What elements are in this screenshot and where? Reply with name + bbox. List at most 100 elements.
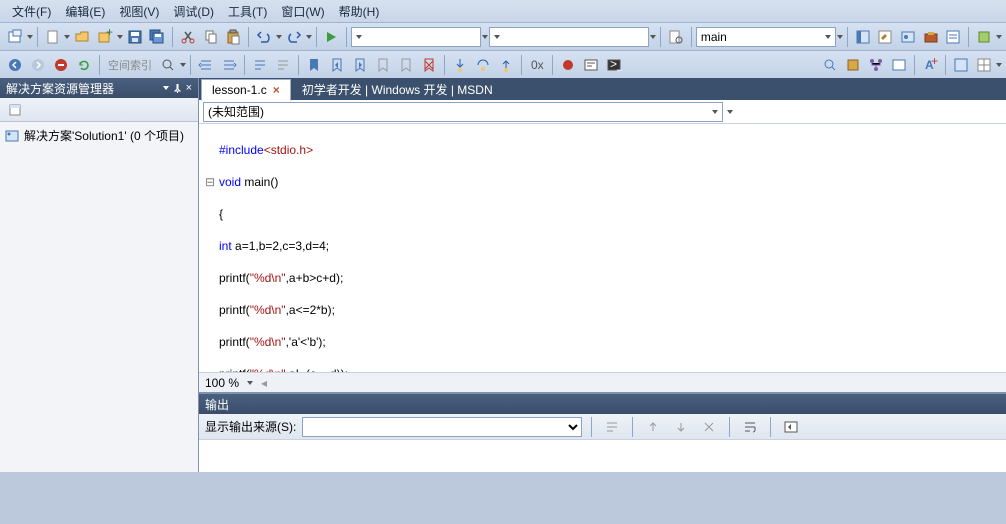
tab-lesson1-label: lesson-1.c: [212, 83, 267, 97]
view-2-button[interactable]: [973, 54, 995, 76]
redo-button[interactable]: [283, 26, 305, 48]
solution-tree[interactable]: 解决方案'Solution1' (0 个项目): [0, 122, 198, 149]
object-browser-button[interactable]: [897, 26, 919, 48]
output-next-button[interactable]: [670, 416, 692, 438]
menu-tools[interactable]: 工具(T): [222, 1, 273, 22]
class-view-button[interactable]: [842, 54, 864, 76]
output-window-button[interactable]: [580, 54, 602, 76]
nav-forward-button[interactable]: [27, 54, 49, 76]
output-goto-button[interactable]: [780, 416, 802, 438]
properties-button[interactable]: [875, 26, 897, 48]
cut-button[interactable]: [177, 26, 199, 48]
toolbar-standard: + main: [0, 22, 1006, 50]
solution-explorer-toolbar: [0, 98, 198, 122]
nav-stop-button[interactable]: [50, 54, 72, 76]
undo-dropdown[interactable]: [276, 26, 282, 48]
find-dropdown[interactable]: [837, 26, 843, 48]
hex-display-button[interactable]: 0x: [526, 54, 548, 76]
save-all-button[interactable]: [146, 26, 168, 48]
step-over-button[interactable]: [472, 54, 494, 76]
save-button[interactable]: [124, 26, 146, 48]
uncomment-button[interactable]: [272, 54, 294, 76]
indent-less-button[interactable]: [195, 54, 217, 76]
tab-msdn[interactable]: 初学者开发 | Windows 开发 | MSDN: [291, 78, 504, 100]
extension-dropdown[interactable]: [996, 26, 1002, 48]
bookmark-prev-folder-button[interactable]: [372, 54, 394, 76]
menu-file[interactable]: 文件(F): [6, 1, 57, 22]
comment-button[interactable]: [249, 54, 271, 76]
space-search-button[interactable]: [157, 54, 179, 76]
solution-platform-combo[interactable]: [489, 27, 649, 47]
space-search-dropdown[interactable]: [180, 54, 186, 76]
scope-combo[interactable]: (未知范围): [203, 102, 723, 122]
immediate-window-button[interactable]: >_: [603, 54, 625, 76]
find-combo[interactable]: main: [696, 27, 836, 47]
solution-config-combo[interactable]: [351, 27, 481, 47]
pin-icon[interactable]: [173, 84, 182, 93]
code-editor[interactable]: #include<stdio.h> ⊟void main() { int a=1…: [199, 124, 1006, 372]
output-toolbar: 显示输出来源(S):: [199, 414, 1006, 440]
paste-button[interactable]: [222, 26, 244, 48]
svg-text:0x: 0x: [531, 58, 544, 72]
output-find-button[interactable]: [601, 416, 623, 438]
show-all-files-button[interactable]: A+: [919, 54, 941, 76]
indent-more-button[interactable]: [218, 54, 240, 76]
member-combo-dropdown[interactable]: [727, 101, 733, 123]
nav-refresh-button[interactable]: [73, 54, 95, 76]
bookmark-clear-button[interactable]: [418, 54, 440, 76]
output-wordwrap-button[interactable]: [739, 416, 761, 438]
toolbox-button[interactable]: [920, 26, 942, 48]
solution-explorer-button[interactable]: [852, 26, 874, 48]
output-clear-button[interactable]: [698, 416, 720, 438]
svg-text:>_: >_: [610, 57, 622, 71]
zoom-level[interactable]: 100 %: [205, 376, 239, 390]
output-prev-button[interactable]: [642, 416, 664, 438]
solution-config-dropdown[interactable]: [482, 26, 488, 48]
find-symbol-button[interactable]: [819, 54, 841, 76]
tab-lesson1[interactable]: lesson-1.c ×: [201, 79, 291, 101]
find-in-files-button[interactable]: [665, 26, 687, 48]
add-item-button[interactable]: +: [94, 26, 116, 48]
step-out-button[interactable]: [495, 54, 517, 76]
solution-platform-dropdown[interactable]: [650, 26, 656, 48]
output-source-combo[interactable]: [302, 417, 582, 437]
output-panel: 输出 显示输出来源(S):: [199, 392, 1006, 472]
menu-help[interactable]: 帮助(H): [333, 1, 386, 22]
open-file-button[interactable]: [71, 26, 93, 48]
properties-icon[interactable]: [4, 99, 26, 121]
new-project-button[interactable]: [4, 26, 26, 48]
svg-text:+: +: [931, 57, 938, 68]
bookmark-toggle-button[interactable]: [303, 54, 325, 76]
view-dropdown[interactable]: [996, 54, 1002, 76]
solution-explorer-panel: 解决方案资源管理器 × 解决方案'Solution1' (0 个项目): [0, 78, 199, 472]
panel-menu-dropdown[interactable]: [163, 86, 169, 90]
solution-root-node[interactable]: 解决方案'Solution1' (0 个项目): [4, 126, 194, 145]
nav-back-button[interactable]: [4, 54, 26, 76]
bookmark-prev-button[interactable]: [326, 54, 348, 76]
tab-close-icon[interactable]: ×: [273, 83, 280, 97]
output-text[interactable]: [199, 440, 1006, 472]
menu-debug[interactable]: 调试(D): [167, 1, 220, 22]
start-page-button[interactable]: [943, 26, 965, 48]
start-debug-button[interactable]: [321, 26, 343, 48]
add-item-dropdown[interactable]: [117, 26, 123, 48]
new-file-dropdown[interactable]: [64, 26, 70, 48]
call-hierarchy-button[interactable]: [865, 54, 887, 76]
zoom-dropdown[interactable]: [247, 381, 253, 385]
view-1-button[interactable]: [950, 54, 972, 76]
code-definition-button[interactable]: [888, 54, 910, 76]
menu-window[interactable]: 窗口(W): [275, 1, 330, 22]
new-project-dropdown[interactable]: [27, 26, 33, 48]
bookmark-next-folder-button[interactable]: [395, 54, 417, 76]
close-panel-button[interactable]: ×: [186, 83, 192, 94]
bookmark-next-button[interactable]: [349, 54, 371, 76]
breakpoints-button[interactable]: [557, 54, 579, 76]
step-into-button[interactable]: [449, 54, 471, 76]
redo-dropdown[interactable]: [306, 26, 312, 48]
menu-view[interactable]: 视图(V): [113, 1, 165, 22]
new-file-button[interactable]: [42, 26, 64, 48]
undo-button[interactable]: [253, 26, 275, 48]
menu-edit[interactable]: 编辑(E): [59, 1, 111, 22]
extension-manager-button[interactable]: [973, 26, 995, 48]
copy-button[interactable]: [200, 26, 222, 48]
